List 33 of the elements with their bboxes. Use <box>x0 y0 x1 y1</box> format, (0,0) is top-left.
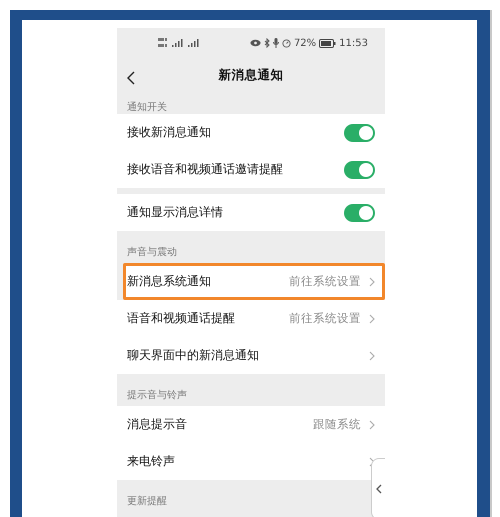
chevron-right-icon <box>369 276 375 286</box>
toggle-switch[interactable] <box>344 160 375 178</box>
bluetooth-icon <box>264 38 270 48</box>
settings-row[interactable]: 消息提示音 跟随系统 <box>117 406 385 443</box>
page-title: 新消息通知 <box>218 66 284 84</box>
chevron-right-icon <box>369 420 375 430</box>
settings-row[interactable]: 来电铃声 <box>117 443 385 480</box>
side-tab[interactable] <box>371 458 385 517</box>
eye-icon <box>250 39 261 47</box>
chevron-right-icon <box>369 350 375 360</box>
section-label: 提示音与铃声 <box>126 388 187 403</box>
settings-row[interactable]: 通知显示消息详情 <box>117 194 385 231</box>
section-label: 声音与震动 <box>126 246 177 260</box>
settings-row[interactable]: 接收语音和视频通话邀请提醒 <box>117 151 385 188</box>
settings-row[interactable]: 聊天界面中的新消息通知 <box>117 337 385 374</box>
row-value: 前往系统设置 <box>289 311 361 326</box>
settings-row[interactable]: 接收新消息通知 <box>117 114 385 151</box>
clock-time: 11:53 <box>339 38 368 48</box>
back-icon[interactable] <box>127 71 135 85</box>
row-value: 前往系统设置 <box>289 274 361 289</box>
chevron-left-icon <box>376 484 382 494</box>
toggle-switch[interactable] <box>344 204 375 222</box>
row-value: 跟随系统 <box>313 417 361 432</box>
settings-row[interactable]: 语音和视频通话提醒 前往系统设置 <box>117 300 385 337</box>
chevron-right-icon <box>369 314 375 324</box>
settings-row[interactable]: 新消息系统通知 前往系统设置 <box>123 263 385 300</box>
gauge-icon <box>282 38 291 48</box>
battery-percent: 72% <box>294 38 316 48</box>
toggle-switch[interactable] <box>344 124 375 142</box>
microphone-icon <box>272 38 279 48</box>
battery-icon <box>319 38 336 48</box>
section-label: 更新提醒 <box>126 494 167 509</box>
section-label: 通知开关 <box>126 100 167 114</box>
